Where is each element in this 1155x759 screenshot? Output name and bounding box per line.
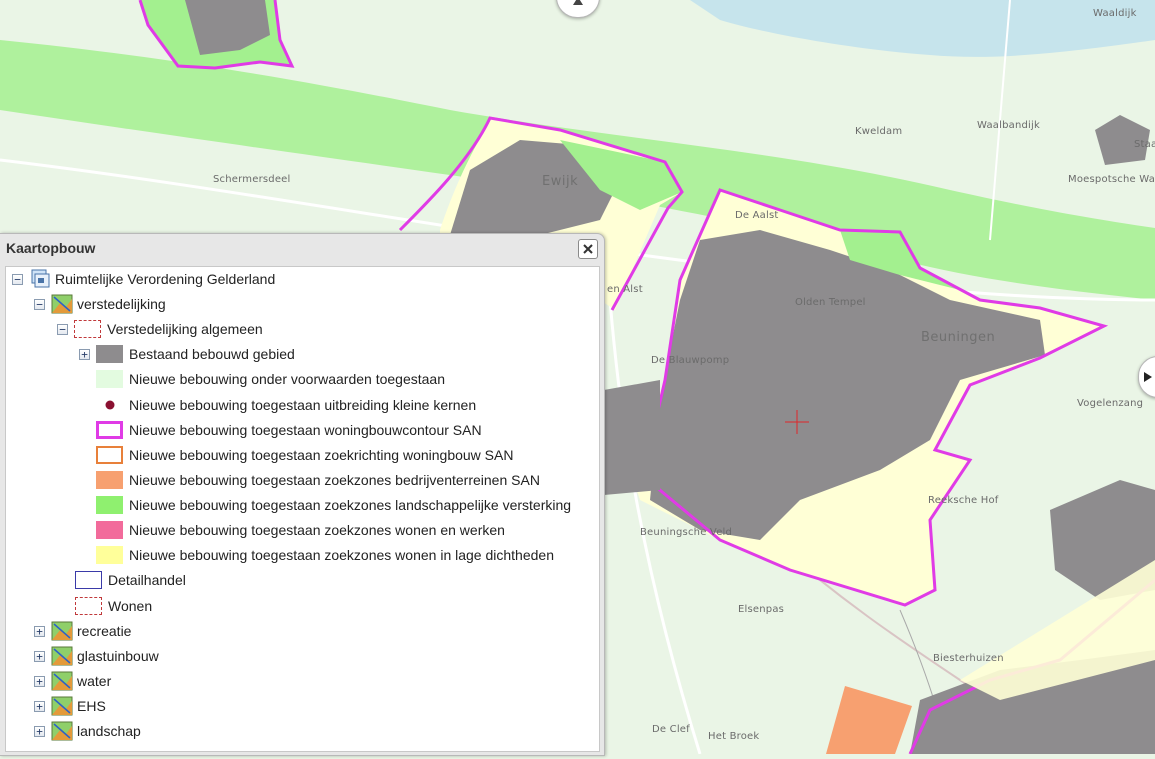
layer-group-icon xyxy=(51,696,73,716)
legend-item: Nieuwe bebouwing toegestaan zoekzones wo… xyxy=(96,519,505,541)
tree-label: Nieuwe bebouwing toegestaan zoekzones wo… xyxy=(129,522,505,538)
tree-label: Verstedelijking algemeen xyxy=(107,321,263,337)
layer-group-icon xyxy=(51,646,73,666)
light-green-fill-symbol xyxy=(96,370,123,388)
map-label-reeksche-hof: Reeksche Hof xyxy=(928,495,999,506)
tree-label: Nieuwe bebouwing toegestaan zoekzones la… xyxy=(129,497,572,513)
service-icon xyxy=(31,269,50,288)
map-label-olden-tempel: Olden Tempel xyxy=(795,297,866,308)
map-label-de-clef: De Clef xyxy=(652,724,690,735)
tree-label: Detailhandel xyxy=(108,572,186,588)
expand-toggle[interactable]: + xyxy=(34,675,45,687)
tree-label: Wonen xyxy=(108,598,153,614)
layer-group-icon xyxy=(51,671,73,691)
legend-item: Nieuwe bebouwing toegestaan zoekzones wo… xyxy=(96,544,554,566)
legend-item: Nieuwe bebouwing toegestaan zoekrichting… xyxy=(96,444,513,466)
tree-label: EHS xyxy=(77,698,106,714)
map-label-elsenpas: Elsenpas xyxy=(738,604,785,615)
tree-label: glastuinbouw xyxy=(77,648,159,664)
tree-node-verstedelijking[interactable]: − verstedelijking xyxy=(34,293,166,315)
tree-label: Ruimtelijke Verordening Gelderland xyxy=(55,271,276,287)
expand-toggle[interactable]: + xyxy=(34,625,45,637)
dashed-red-outline-symbol xyxy=(75,597,102,615)
tree-node-detailhandel[interactable]: Detailhandel xyxy=(75,569,186,591)
tree-node-verstedelijking-algemeen[interactable]: − Verstedelijking algemeen xyxy=(57,318,263,340)
tree-label: Nieuwe bebouwing toegestaan zoekrichting… xyxy=(129,447,514,463)
map-label-het-broek: Het Broek xyxy=(708,731,760,742)
tree-node-glastuinbouw[interactable]: + glastuinbouw xyxy=(34,645,159,667)
close-button[interactable] xyxy=(578,239,598,259)
tree-node-landschap[interactable]: + landschap xyxy=(34,720,141,742)
tree-label: water xyxy=(77,673,112,689)
crosshair-icon xyxy=(785,410,809,434)
tree-label: verstedelijking xyxy=(77,296,166,312)
collapse-toggle[interactable]: − xyxy=(34,298,45,310)
grey-fill-symbol xyxy=(96,345,123,363)
layer-tree: − Ruimtelijke Verordening Gelderland − v… xyxy=(5,266,600,752)
tree-label: Nieuwe bebouwing toegestaan woningbouwco… xyxy=(129,422,482,438)
collapse-toggle[interactable]: − xyxy=(57,323,68,335)
expand-toggle[interactable]: + xyxy=(34,725,45,737)
tree-node-service[interactable]: − Ruimtelijke Verordening Gelderland xyxy=(12,268,275,290)
pink-fill-symbol xyxy=(96,521,123,539)
panel-title: Kaartopbouw xyxy=(6,240,96,256)
map-label-de-blauwpomp: De Blauwpomp xyxy=(651,355,730,366)
triangle-right-icon xyxy=(1144,372,1152,382)
expand-toggle[interactable]: + xyxy=(34,700,45,712)
triangle-up-icon xyxy=(573,0,583,5)
map-label-ewijk: Ewijk xyxy=(542,174,579,189)
collapse-toggle[interactable]: − xyxy=(12,273,23,285)
tree-label: landschap xyxy=(77,723,141,739)
layer-panel: Kaartopbouw − Ruimtelijke Verordening Ge… xyxy=(0,233,605,756)
map-label-de-aalst: De Aalst xyxy=(735,210,779,221)
layer-group-icon xyxy=(51,621,73,641)
yellow-fill-symbol xyxy=(96,546,123,564)
tree-node-recreatie[interactable]: + recreatie xyxy=(34,620,131,642)
map-label-staa: Staa xyxy=(1134,139,1155,150)
legend-item: Nieuwe bebouwing toegestaan uitbreiding … xyxy=(96,394,476,416)
legend-item: Nieuwe bebouwing onder voorwaarden toege… xyxy=(96,368,445,390)
tree-node-bestaand-bebouwd[interactable]: + Bestaand bebouwd gebied xyxy=(79,343,295,365)
orange-fill-symbol xyxy=(96,471,123,489)
layer-group-icon xyxy=(51,721,73,741)
tree-label: recreatie xyxy=(77,623,132,639)
map-label-biesterhuizen: Biesterhuizen xyxy=(933,653,1004,664)
tree-node-water[interactable]: + water xyxy=(34,670,111,692)
map-label-beuningsche-veld: Beuningsche Veld xyxy=(640,527,733,538)
magenta-outline-symbol xyxy=(96,421,123,439)
map-label-vogelenzang: Vogelenzang xyxy=(1077,398,1144,409)
tree-label: Nieuwe bebouwing toegestaan zoekzones wo… xyxy=(129,547,554,563)
tree-label: Bestaand bebouwd gebied xyxy=(129,346,295,362)
legend-item: Nieuwe bebouwing toegestaan woningbouwco… xyxy=(96,419,482,441)
map-label-schermersdeel: Schermersdeel xyxy=(213,174,291,185)
dark-red-dot-symbol xyxy=(96,396,123,414)
map-label-waaldijk: Waaldijk xyxy=(1093,8,1137,19)
map-label-beuningen: Beuningen xyxy=(921,330,996,345)
dashed-red-outline-symbol xyxy=(74,320,101,338)
orange-outline-symbol xyxy=(96,446,123,464)
tree-label: Nieuwe bebouwing toegestaan zoekzones be… xyxy=(129,472,540,488)
blue-outline-symbol xyxy=(75,571,102,589)
map-label-waalbandijk: Waalbandijk xyxy=(977,120,1040,131)
map-label-en-alst: en Alst xyxy=(607,284,643,295)
tree-label: Nieuwe bebouwing onder voorwaarden toege… xyxy=(129,371,445,387)
expand-toggle[interactable]: + xyxy=(34,650,45,662)
layer-group-icon xyxy=(51,294,73,314)
tree-label: Nieuwe bebouwing toegestaan uitbreiding … xyxy=(129,397,477,413)
map-label-kweldam: Kweldam xyxy=(855,126,903,137)
legend-item: Nieuwe bebouwing toegestaan zoekzones be… xyxy=(96,469,540,491)
close-icon xyxy=(583,244,593,254)
tree-node-wonen[interactable]: Wonen xyxy=(75,595,152,617)
legend-item: Nieuwe bebouwing toegestaan zoekzones la… xyxy=(96,494,571,516)
expand-toggle[interactable]: + xyxy=(79,348,90,360)
map-label-moespotsche: Moespotsche Waa xyxy=(1068,174,1155,185)
green-fill-symbol xyxy=(96,496,123,514)
tree-node-ehs[interactable]: + EHS xyxy=(34,695,106,717)
